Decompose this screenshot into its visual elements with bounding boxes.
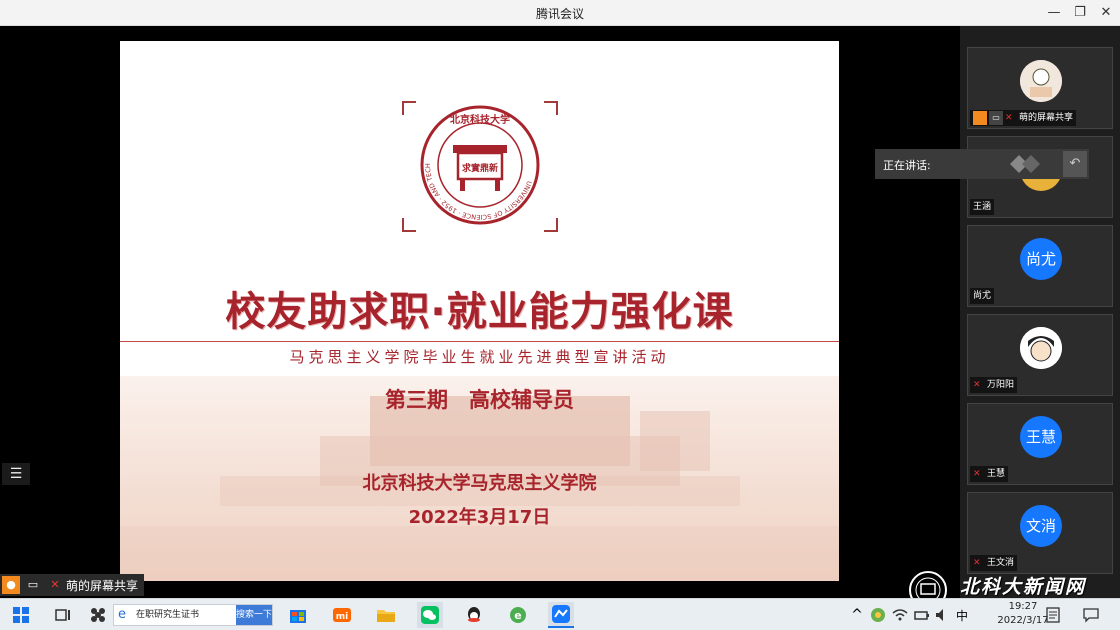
participant-tile[interactable]: ✕ 万阳阳 bbox=[967, 314, 1113, 396]
minimize-button[interactable]: — bbox=[1042, 2, 1066, 24]
file-explorer-icon[interactable] bbox=[373, 602, 399, 628]
mic-muted-icon: ✕ bbox=[50, 578, 60, 591]
screen-share-label: ● ▭ ✕ 萌的屏幕共享 bbox=[0, 574, 145, 596]
participant-name-tag: ▭ ✕ 萌的屏幕共享 bbox=[970, 110, 1077, 126]
avatar: 王慧 bbox=[1020, 416, 1062, 458]
tencent-meeting-icon[interactable] bbox=[548, 602, 574, 628]
sharer-name: 萌的屏幕共享 bbox=[66, 578, 139, 593]
slide-main-title: 校友助求职·就业能力强化课 bbox=[225, 289, 734, 335]
avatar: 尚尤 bbox=[1020, 238, 1062, 280]
svg-text:mi: mi bbox=[336, 612, 348, 622]
slide-institution: 北京科技大学马克思主义学院 bbox=[362, 473, 597, 494]
mic-muted-icon: ✕ bbox=[973, 379, 981, 390]
windows-start-icon[interactable] bbox=[8, 602, 34, 628]
avatar: 文消 bbox=[1020, 505, 1062, 547]
watermark-text: 北科大新闻网 bbox=[960, 576, 1087, 598]
logo-frame: UNIVERSITY OF SCIENCE · 1952 · AND TECHN… bbox=[402, 101, 558, 232]
pinwheel-app-icon[interactable] bbox=[85, 602, 111, 628]
taskbar-search-input[interactable]: e 在职研究生证书 搜索一下 bbox=[113, 604, 273, 626]
close-button[interactable]: ✕ bbox=[1094, 2, 1118, 24]
battery-icon[interactable] bbox=[912, 602, 932, 628]
chevron-up-icon[interactable]: ^ bbox=[848, 602, 866, 628]
participant-name: 萌的屏幕共享 bbox=[1019, 113, 1074, 123]
participant-tile[interactable]: 王慧 ✕ 王慧 bbox=[967, 403, 1113, 485]
user-icon bbox=[973, 111, 987, 125]
speaking-indicator: 正在讲话: ↶ bbox=[875, 149, 1089, 179]
slide-subtitle: 马克思主义学院毕业生就业先进典型宣讲活动 bbox=[289, 348, 670, 366]
screen-share-icon: ▭ bbox=[989, 111, 1003, 125]
title-bar: 腾讯会议 — ❐ ✕ bbox=[0, 0, 1120, 26]
volume-icon[interactable] bbox=[932, 602, 952, 628]
svg-text:求實鼎新: 求實鼎新 bbox=[462, 162, 498, 174]
participant-tile[interactable]: 文消 ✕ 王文消 bbox=[967, 492, 1113, 574]
avatar bbox=[1020, 327, 1062, 369]
participant-tile[interactable]: ▭ ✕ 萌的屏幕共享 bbox=[967, 47, 1113, 129]
wifi-icon[interactable] bbox=[890, 602, 910, 628]
qq-icon[interactable] bbox=[461, 602, 487, 628]
screen-share-icon: ▭ bbox=[27, 578, 39, 591]
user-icon: ● bbox=[2, 576, 20, 594]
ie-icon: e bbox=[118, 607, 126, 622]
collapse-arrow-icon[interactable]: ↶ bbox=[1063, 151, 1087, 177]
maximize-button[interactable]: ❐ bbox=[1068, 2, 1092, 24]
mic-muted-icon: ✕ bbox=[1005, 112, 1013, 123]
security-tray-icon[interactable] bbox=[868, 602, 888, 628]
participant-name-tag: 王涵 bbox=[970, 199, 995, 215]
window-title: 腾讯会议 bbox=[535, 7, 584, 21]
participant-name-tag: ✕ 万阳阳 bbox=[970, 377, 1018, 393]
ime-indicator[interactable]: 中 bbox=[952, 602, 972, 628]
search-value: 在职研究生证书 bbox=[136, 610, 200, 620]
task-view-icon[interactable] bbox=[50, 602, 76, 628]
windows-taskbar: e 在职研究生证书 搜索一下 mi e ^ 中 19:27 2022/3/17 bbox=[0, 598, 1120, 630]
list-menu-icon[interactable]: ☰ bbox=[2, 463, 30, 485]
mic-muted-icon: ✕ bbox=[973, 468, 981, 479]
university-seal-logo: UNIVERSITY OF SCIENCE · 1952 · AND TECHN… bbox=[420, 105, 540, 225]
participant-sidebar: ▭ ✕ 萌的屏幕共享 王涵 尚尤 尚尤 ✕ 万阳阳 王慧 ✕ 王慧 文消 ✕ 王… bbox=[960, 26, 1120, 598]
participant-name: 万阳阳 bbox=[987, 380, 1015, 390]
participant-name-tag: ✕ 王慧 bbox=[970, 466, 1009, 482]
participant-name: 尚尤 bbox=[973, 291, 992, 301]
presentation-slide: UNIVERSITY OF SCIENCE · 1952 · AND TECHN… bbox=[120, 41, 839, 581]
screen-share-area: UNIVERSITY OF SCIENCE · 1952 · AND TECHN… bbox=[0, 26, 960, 598]
avatar bbox=[1020, 60, 1062, 102]
tencent-meeting-window: 腾讯会议 — ❐ ✕ UNIVERSITY OF SCIENCE · 1952 … bbox=[0, 0, 1120, 598]
svg-text:e: e bbox=[514, 609, 521, 622]
slide-session: 第三期 高校辅导员 bbox=[385, 388, 574, 412]
title-divider bbox=[120, 341, 839, 342]
slide-date: 2022年3月17日 bbox=[408, 507, 551, 528]
browser-icon[interactable]: e bbox=[505, 602, 531, 628]
speaking-label: 正在讲话: bbox=[883, 159, 931, 172]
notepad-icon[interactable] bbox=[1043, 602, 1063, 628]
participant-tile[interactable]: 尚尤 尚尤 bbox=[967, 225, 1113, 307]
participant-name: 王涵 bbox=[973, 202, 992, 212]
search-button[interactable]: 搜索一下 bbox=[236, 605, 272, 625]
microsoft-store-icon[interactable] bbox=[285, 602, 311, 628]
svg-text:北京科技大学: 北京科技大学 bbox=[450, 113, 510, 126]
notification-center-icon[interactable] bbox=[1080, 602, 1102, 628]
participant-name: 王慧 bbox=[987, 469, 1006, 479]
participant-name-tag: 尚尤 bbox=[970, 288, 995, 304]
xiaomi-icon[interactable]: mi bbox=[329, 602, 355, 628]
wechat-icon[interactable] bbox=[417, 602, 443, 628]
speaker-placeholder-icon bbox=[1010, 155, 1040, 173]
